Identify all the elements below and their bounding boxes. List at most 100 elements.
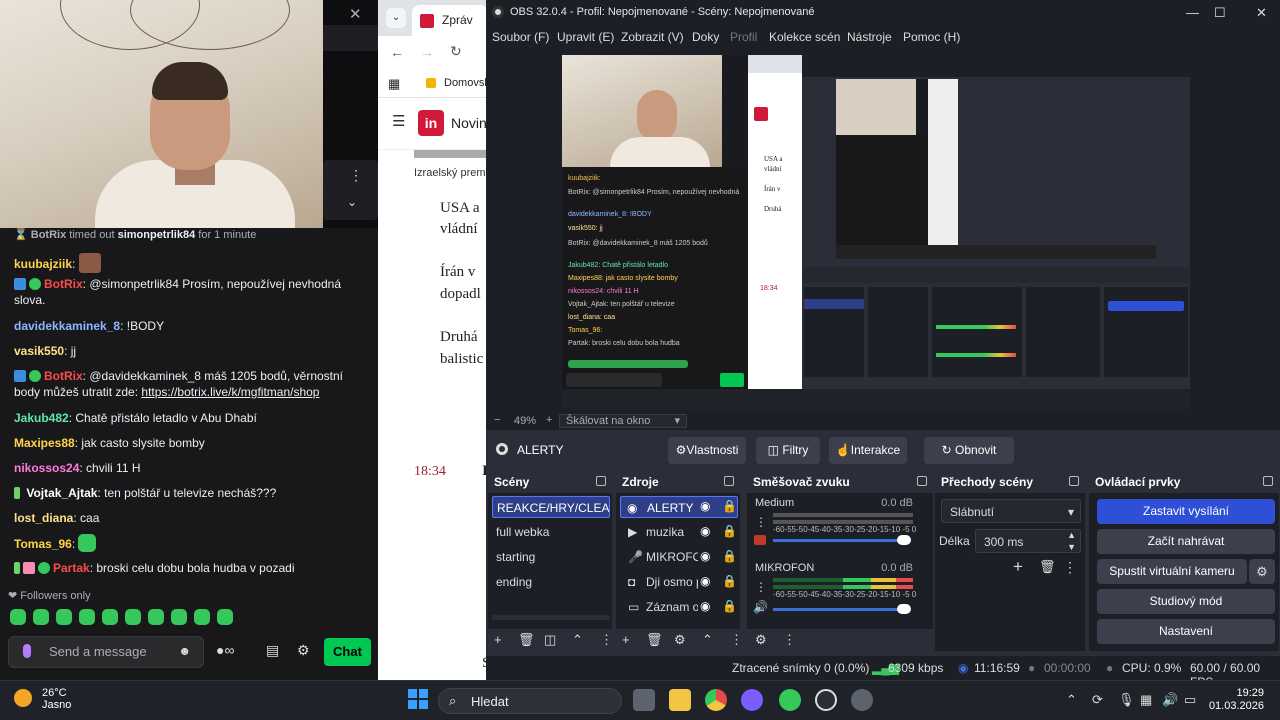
chevron-down-icon[interactable]: ⌄ [347, 195, 357, 209]
menu-doky[interactable]: Doky [692, 30, 719, 44]
volume-icon[interactable]: 🔊 [1162, 692, 1178, 708]
refresh-button[interactable]: ↻ Obnovit [924, 437, 1014, 464]
back-arrow-icon[interactable]: ← [390, 44, 404, 60]
trash-icon[interactable]: 🗑 [518, 632, 535, 648]
zoom-out-icon[interactable]: − [494, 414, 500, 426]
zoom-in-icon[interactable]: + [546, 414, 552, 426]
undock-icon[interactable] [724, 476, 734, 486]
scale-select[interactable]: Škálovat na okno ▾ [559, 414, 687, 428]
chat-link[interactable]: https://botrix.live/k/mgfitman/shop [141, 385, 319, 399]
emote-icon[interactable] [194, 609, 210, 625]
transition-select[interactable]: Slábnutí ▾ [941, 499, 1081, 523]
add-icon[interactable]: + [622, 632, 630, 647]
program-preview[interactable]: kuubajziik: BotRix: @simonpetrlik84 Pros… [486, 48, 1280, 412]
chat-username[interactable]: Maxipes88 [14, 436, 75, 450]
move-up-icon[interactable]: ⌃ [702, 632, 713, 648]
filter-icon[interactable]: ◫ [544, 632, 556, 648]
source-item[interactable]: ◉ ALERTY [620, 496, 738, 518]
menu-profil[interactable]: Profil [730, 30, 757, 44]
mic-icon[interactable] [23, 644, 31, 658]
file-explorer-icon[interactable] [669, 689, 691, 711]
bookmark-label[interactable]: Domovsk [444, 77, 488, 89]
visibility-eye-icon[interactable]: ◉ [700, 574, 710, 588]
chat-username[interactable]: nikossos24 [14, 461, 79, 475]
interact-button[interactable]: ☝Interakce [829, 437, 907, 464]
gear-icon[interactable]: ⚙ [674, 632, 686, 648]
lock-icon[interactable]: 🔒 [722, 499, 737, 513]
visibility-eye-icon[interactable]: ◉ [700, 549, 710, 563]
scene-item[interactable]: starting [492, 546, 610, 568]
lock-icon[interactable]: 🔒 [722, 599, 737, 613]
lock-icon[interactable]: 🔒 [722, 524, 737, 538]
obs-taskbar-icon[interactable] [815, 689, 837, 711]
menu-zobrazit[interactable]: Zobrazit (V) [621, 30, 684, 44]
taskbar-search[interactable]: ⌕ Hledat [438, 688, 622, 714]
chat-username[interactable]: Jakub482 [14, 411, 69, 425]
scene-item[interactable]: REAKCE/HRY/CLEANFEED [492, 496, 610, 518]
menu-upravit[interactable]: Upravit (E) [557, 30, 614, 44]
more-icon[interactable]: ⋮ [1063, 559, 1077, 576]
lock-icon[interactable]: 🔒 [722, 574, 737, 588]
weather-widget[interactable]: 26°C Jasno [14, 687, 71, 711]
hamburger-menu-icon[interactable]: ☰ [392, 112, 405, 130]
chat-username[interactable]: BotRix [44, 277, 83, 291]
menu-kolekce-scen[interactable]: Kolekce scén [769, 30, 840, 44]
task-view-icon[interactable] [633, 689, 655, 711]
more-icon[interactable]: ⋮ [783, 632, 796, 648]
more-options-icon[interactable]: ⋮ [349, 167, 363, 184]
xbox-icon[interactable] [779, 689, 801, 711]
volume-slider-handle[interactable] [897, 604, 911, 614]
source-item[interactable]: 🎤MIKROFON [620, 546, 698, 568]
virtual-camera-settings-icon[interactable]: ⚙ [1249, 559, 1275, 584]
store-icon[interactable]: ▤ [266, 642, 279, 659]
filters-button[interactable]: ◫ Filtry [756, 437, 820, 464]
sync-icon[interactable]: ⟳ [1092, 692, 1103, 708]
minimize-icon[interactable]: — [1186, 5, 1199, 20]
add-icon[interactable]: + [1013, 557, 1023, 577]
settings-button[interactable]: Nastavení [1097, 619, 1275, 644]
add-icon[interactable]: + [494, 632, 502, 647]
move-up-icon[interactable]: ⌃ [572, 632, 583, 648]
visibility-eye-icon[interactable]: ◉ [700, 524, 710, 538]
chrome-icon[interactable] [705, 689, 727, 711]
chat-username[interactable]: Partak [53, 561, 90, 575]
chat-message-input[interactable]: Send a message ☻ [8, 636, 204, 668]
chat-username[interactable]: Vojtak_Ajtak [26, 486, 97, 500]
site-logo[interactable]: in [418, 110, 444, 136]
emote-icon[interactable] [148, 609, 164, 625]
chat-username[interactable]: davidekkaminek_8 [14, 319, 120, 333]
windows-start-icon[interactable] [408, 689, 428, 709]
emote-icon[interactable] [125, 609, 141, 625]
scene-item[interactable]: full webka [492, 521, 610, 543]
visibility-eye-icon[interactable]: ◉ [700, 599, 710, 613]
speaker-icon[interactable]: 🔊 [753, 600, 768, 614]
app-icon[interactable] [741, 689, 763, 711]
more-icon[interactable]: ⋮ [600, 632, 613, 648]
source-item[interactable]: ▭ Záznam obrazovky [620, 596, 698, 618]
undock-icon[interactable] [596, 476, 606, 486]
apps-grid-icon[interactable]: ▦ [388, 76, 400, 92]
maximize-icon[interactable]: ☐ [1214, 5, 1226, 21]
emote-icon[interactable] [79, 609, 95, 625]
stop-streaming-button[interactable]: Zastavit vysílání [1097, 499, 1275, 524]
undock-icon[interactable] [1069, 476, 1079, 486]
more-icon[interactable]: ⋮ [755, 580, 767, 594]
trash-icon[interactable]: 🗑 [1039, 559, 1056, 575]
network-icon[interactable]: ▦ [1140, 692, 1152, 708]
emote-icon[interactable] [33, 609, 49, 625]
forward-arrow-icon[interactable]: → [420, 44, 434, 60]
source-item[interactable]: ◘ Dji osmo pocket 3 [620, 571, 698, 593]
scene-item[interactable]: ending [492, 571, 610, 593]
bits-icon[interactable]: ●∞ [216, 642, 234, 658]
menu-soubor[interactable]: Soubor (F) [492, 30, 549, 44]
emoji-icon[interactable]: ☻ [178, 644, 191, 658]
emote-icon[interactable] [217, 609, 233, 625]
studio-mode-button[interactable]: Studiový mód [1097, 589, 1275, 614]
emote-icon[interactable] [10, 609, 26, 625]
emote-icon[interactable] [171, 609, 187, 625]
emote-icon[interactable] [102, 609, 118, 625]
close-icon[interactable]: ✕ [1256, 5, 1267, 21]
volume-slider[interactable] [773, 539, 901, 542]
taskbar-clock[interactable]: 19:29 01.03.2026 [1202, 687, 1264, 713]
menu-nastroje[interactable]: Nástroje [847, 30, 892, 44]
